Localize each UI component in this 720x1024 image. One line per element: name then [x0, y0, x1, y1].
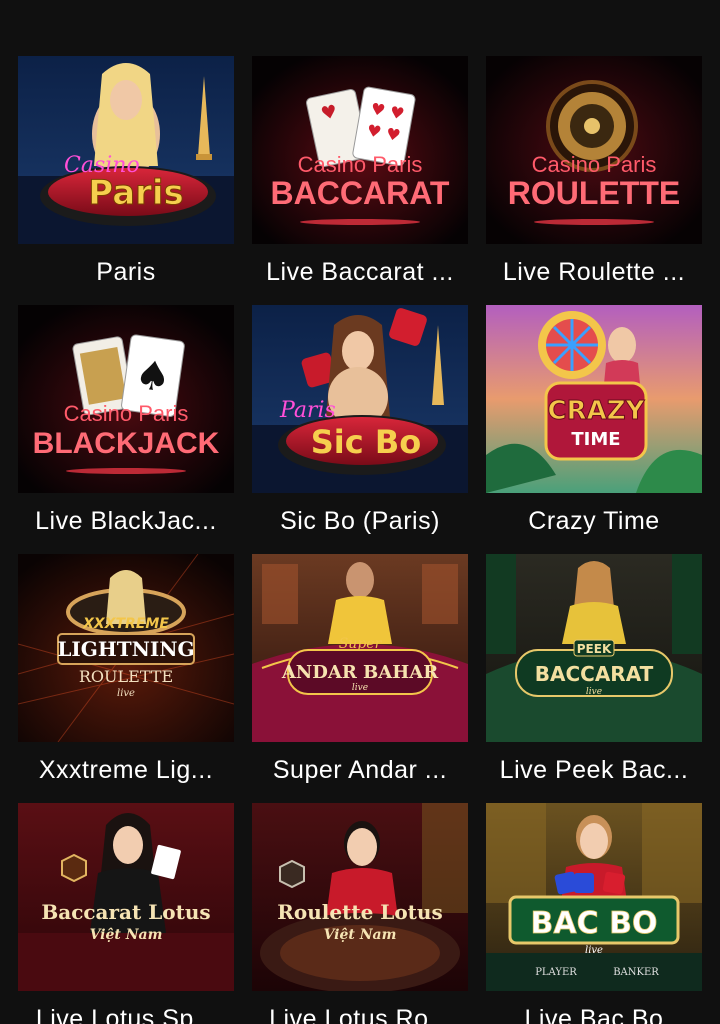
peekbaccarat-logo-line2: BACCARAT: [535, 662, 654, 686]
game-title[interactable]: Live Roulette ...: [486, 252, 702, 292]
bacbo-logo: BAC BO: [531, 906, 658, 941]
game-title[interactable]: Paris: [18, 252, 234, 292]
sicbo-logo-script: Paris: [279, 398, 336, 423]
lotusroulette-artwork: Roulette Lotus Việt Nam: [252, 803, 468, 991]
xxxtreme-logo-line2: LIGHTNING: [57, 637, 194, 661]
peekbaccarat-artwork: PEEK BACCARAT live: [486, 554, 702, 742]
game-thumbnail-lotusroulette[interactable]: Roulette Lotus Việt Nam: [252, 803, 468, 991]
svg-text:♠: ♠: [132, 351, 174, 402]
baccarat-logo: BACCARAT: [271, 175, 450, 211]
game-card-blackjack[interactable]: ♠ Casino Paris BLACKJACK Live BlackJac..…: [18, 305, 234, 554]
game-card-peekbaccarat[interactable]: PEEK BACCARAT live Live Peek Bac...: [486, 554, 702, 803]
xxxtreme-artwork: XXXTREME LIGHTNING ROULETTE live: [18, 554, 234, 742]
roulette-brand: Casino Paris: [532, 152, 657, 177]
xxxtreme-logo-line3: ROULETTE: [79, 667, 173, 686]
game-title[interactable]: Live Baccarat ...: [252, 252, 468, 292]
bacbo-banker-label: BANKER: [613, 967, 659, 978]
blackjack-artwork: ♠ Casino Paris BLACKJACK: [18, 305, 234, 493]
game-card-bacbo[interactable]: BAC BO live PLAYER BANKER Live Bac Bo: [486, 803, 702, 1024]
game-thumbnail-bacbo[interactable]: BAC BO live PLAYER BANKER: [486, 803, 702, 991]
game-card-roulette[interactable]: Casino Paris ROULETTE Live Roulette ...: [486, 56, 702, 305]
baccarat-artwork: ♥ ♥ ♥ ♥ ♥ Casino Paris BACCARAT: [252, 56, 468, 244]
game-card-andarbahar[interactable]: Super ANDAR BAHAR live Super Andar ...: [252, 554, 468, 803]
crazytime-artwork: CRAZY TIME: [486, 305, 702, 493]
game-thumbnail-baccarat[interactable]: ♥ ♥ ♥ ♥ ♥ Casino Paris BACCARAT: [252, 56, 468, 244]
game-thumbnail-sicbo[interactable]: Sic Bo Paris: [252, 305, 468, 493]
xxxtreme-logo-line1: XXXTREME: [82, 616, 169, 632]
xxxtreme-live-tag: live: [117, 688, 135, 699]
game-thumbnail-crazytime[interactable]: CRAZY TIME: [486, 305, 702, 493]
game-title[interactable]: Super Andar ...: [252, 750, 468, 790]
game-card-baccarat[interactable]: ♥ ♥ ♥ ♥ ♥ Casino Paris BACCARAT Live Bac…: [252, 56, 468, 305]
game-card-lotusspeed[interactable]: Baccarat Lotus Việt Nam Live Lotus Sp...: [18, 803, 234, 1024]
game-title[interactable]: Live Lotus Sp...: [18, 999, 234, 1024]
game-title[interactable]: Sic Bo (Paris): [252, 501, 468, 541]
game-title[interactable]: Live BlackJac...: [18, 501, 234, 541]
paris-artwork: Paris Casino: [18, 56, 234, 244]
paris-logo-main: Paris: [88, 173, 184, 213]
lotusroulette-logo-line2: Việt Nam: [324, 927, 397, 943]
game-grid: Paris Casino Paris ♥ ♥ ♥ ♥ ♥ Casino Pari…: [18, 56, 704, 1024]
game-title[interactable]: Live Lotus Ro...: [252, 999, 468, 1024]
game-card-sicbo[interactable]: Sic Bo Paris Sic Bo (Paris): [252, 305, 468, 554]
peekbaccarat-logo-line1: PEEK: [577, 642, 612, 656]
sicbo-logo-main: Sic Bo: [311, 423, 422, 461]
game-lobby: Paris Casino Paris ♥ ♥ ♥ ♥ ♥ Casino Pari…: [0, 0, 720, 1024]
paris-logo-script: Casino: [64, 153, 140, 178]
game-card-paris[interactable]: Paris Casino Paris: [18, 56, 234, 305]
game-thumbnail-andarbahar[interactable]: Super ANDAR BAHAR live: [252, 554, 468, 742]
game-title[interactable]: Crazy Time: [486, 501, 702, 541]
bacbo-live-tag: live: [585, 945, 603, 956]
game-card-xxxtreme[interactable]: XXXTREME LIGHTNING ROULETTE live Xxxtrem…: [18, 554, 234, 803]
game-thumbnail-blackjack[interactable]: ♠ Casino Paris BLACKJACK: [18, 305, 234, 493]
andarbahar-logo-line2: ANDAR BAHAR: [281, 662, 439, 683]
roulette-artwork: Casino Paris ROULETTE: [486, 56, 702, 244]
lotusspeed-artwork: Baccarat Lotus Việt Nam: [18, 803, 234, 991]
game-thumbnail-peekbaccarat[interactable]: PEEK BACCARAT live: [486, 554, 702, 742]
game-thumbnail-xxxtreme[interactable]: XXXTREME LIGHTNING ROULETTE live: [18, 554, 234, 742]
game-thumbnail-lotusspeed[interactable]: Baccarat Lotus Việt Nam: [18, 803, 234, 991]
lotusspeed-logo-line2: Việt Nam: [90, 927, 163, 943]
blackjack-brand: Casino Paris: [64, 401, 189, 426]
game-thumbnail-roulette[interactable]: Casino Paris ROULETTE: [486, 56, 702, 244]
game-card-lotusroulette[interactable]: Roulette Lotus Việt Nam Live Lotus Ro...: [252, 803, 468, 1024]
andarbahar-artwork: Super ANDAR BAHAR live: [252, 554, 468, 742]
bacbo-artwork: BAC BO live PLAYER BANKER: [486, 803, 702, 991]
bacbo-player-label: PLAYER: [535, 967, 577, 978]
game-title[interactable]: Live Peek Bac...: [486, 750, 702, 790]
lotusspeed-logo-line1: Baccarat Lotus: [41, 900, 210, 924]
crazytime-logo-line1: CRAZY: [548, 396, 646, 426]
baccarat-brand: Casino Paris: [298, 152, 423, 177]
andarbahar-logo-line1: Super: [339, 636, 383, 652]
game-title[interactable]: Live Bac Bo: [486, 999, 702, 1024]
game-title[interactable]: Xxxtreme Lig...: [18, 750, 234, 790]
roulette-logo: ROULETTE: [508, 175, 680, 211]
game-thumbnail-paris[interactable]: Paris Casino: [18, 56, 234, 244]
game-card-crazytime[interactable]: CRAZY TIME Crazy Time: [486, 305, 702, 554]
crazytime-logo-line2: TIME: [571, 429, 620, 450]
blackjack-logo: BLACKJACK: [33, 427, 220, 460]
andarbahar-live-tag: live: [352, 683, 368, 693]
peekbaccarat-live-tag: live: [586, 687, 602, 697]
lotusroulette-logo-line1: Roulette Lotus: [277, 900, 442, 924]
sicbo-artwork: Sic Bo Paris: [252, 305, 468, 493]
